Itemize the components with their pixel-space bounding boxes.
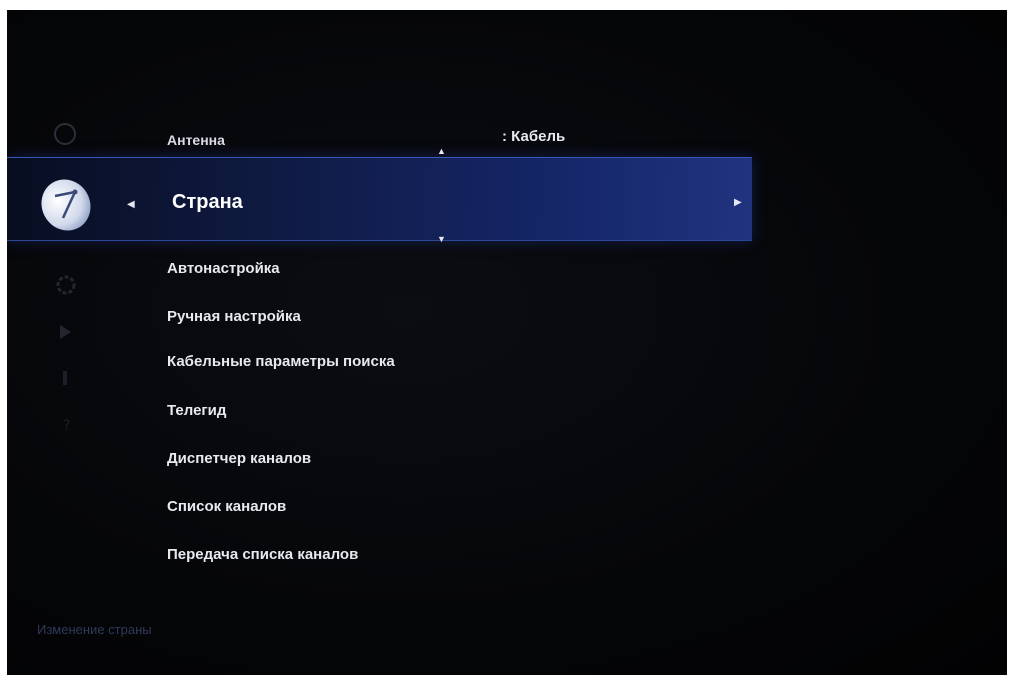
help-icon[interactable]: ? — [57, 414, 77, 434]
broadcast-icon[interactable] — [47, 116, 83, 152]
menu-item-channel-list-transfer[interactable]: Передача списка каналов — [167, 546, 358, 563]
play-icon[interactable] — [55, 322, 75, 342]
tv-screen: ? Антенна : Кабель ▲ ◀ Страна ▶ ▼ Автона… — [7, 10, 1007, 675]
satellite-dish-icon[interactable] — [33, 172, 99, 238]
antenna-value: : Кабель — [502, 128, 566, 145]
arrow-down-icon: ▼ — [437, 234, 446, 244]
settings-icon[interactable] — [53, 272, 79, 298]
help-text: Изменение страны — [37, 622, 152, 637]
menu-item-channel-list[interactable]: Список каналов — [167, 498, 286, 515]
app-icon[interactable] — [55, 368, 75, 388]
selected-menu-row[interactable] — [7, 157, 752, 241]
menu-item-channel-manager[interactable]: Диспетчер каналов — [167, 450, 311, 467]
arrow-right-icon[interactable]: ▶ — [734, 197, 742, 208]
menu-item-antenna[interactable]: Антенна — [167, 132, 225, 148]
menu-item-cable-search-params[interactable]: Кабельные параметры поиска — [167, 353, 395, 370]
menu-item-tv-guide[interactable]: Телегид — [167, 402, 226, 419]
arrow-up-icon: ▲ — [437, 146, 446, 156]
menu-item-auto-tuning[interactable]: Автонастройка — [167, 260, 280, 277]
menu-item-manual-tuning[interactable]: Ручная настройка — [167, 308, 301, 325]
arrow-left-icon[interactable]: ◀ — [127, 199, 135, 210]
svg-text:?: ? — [63, 418, 70, 434]
menu-item-country[interactable]: Страна — [172, 191, 243, 214]
